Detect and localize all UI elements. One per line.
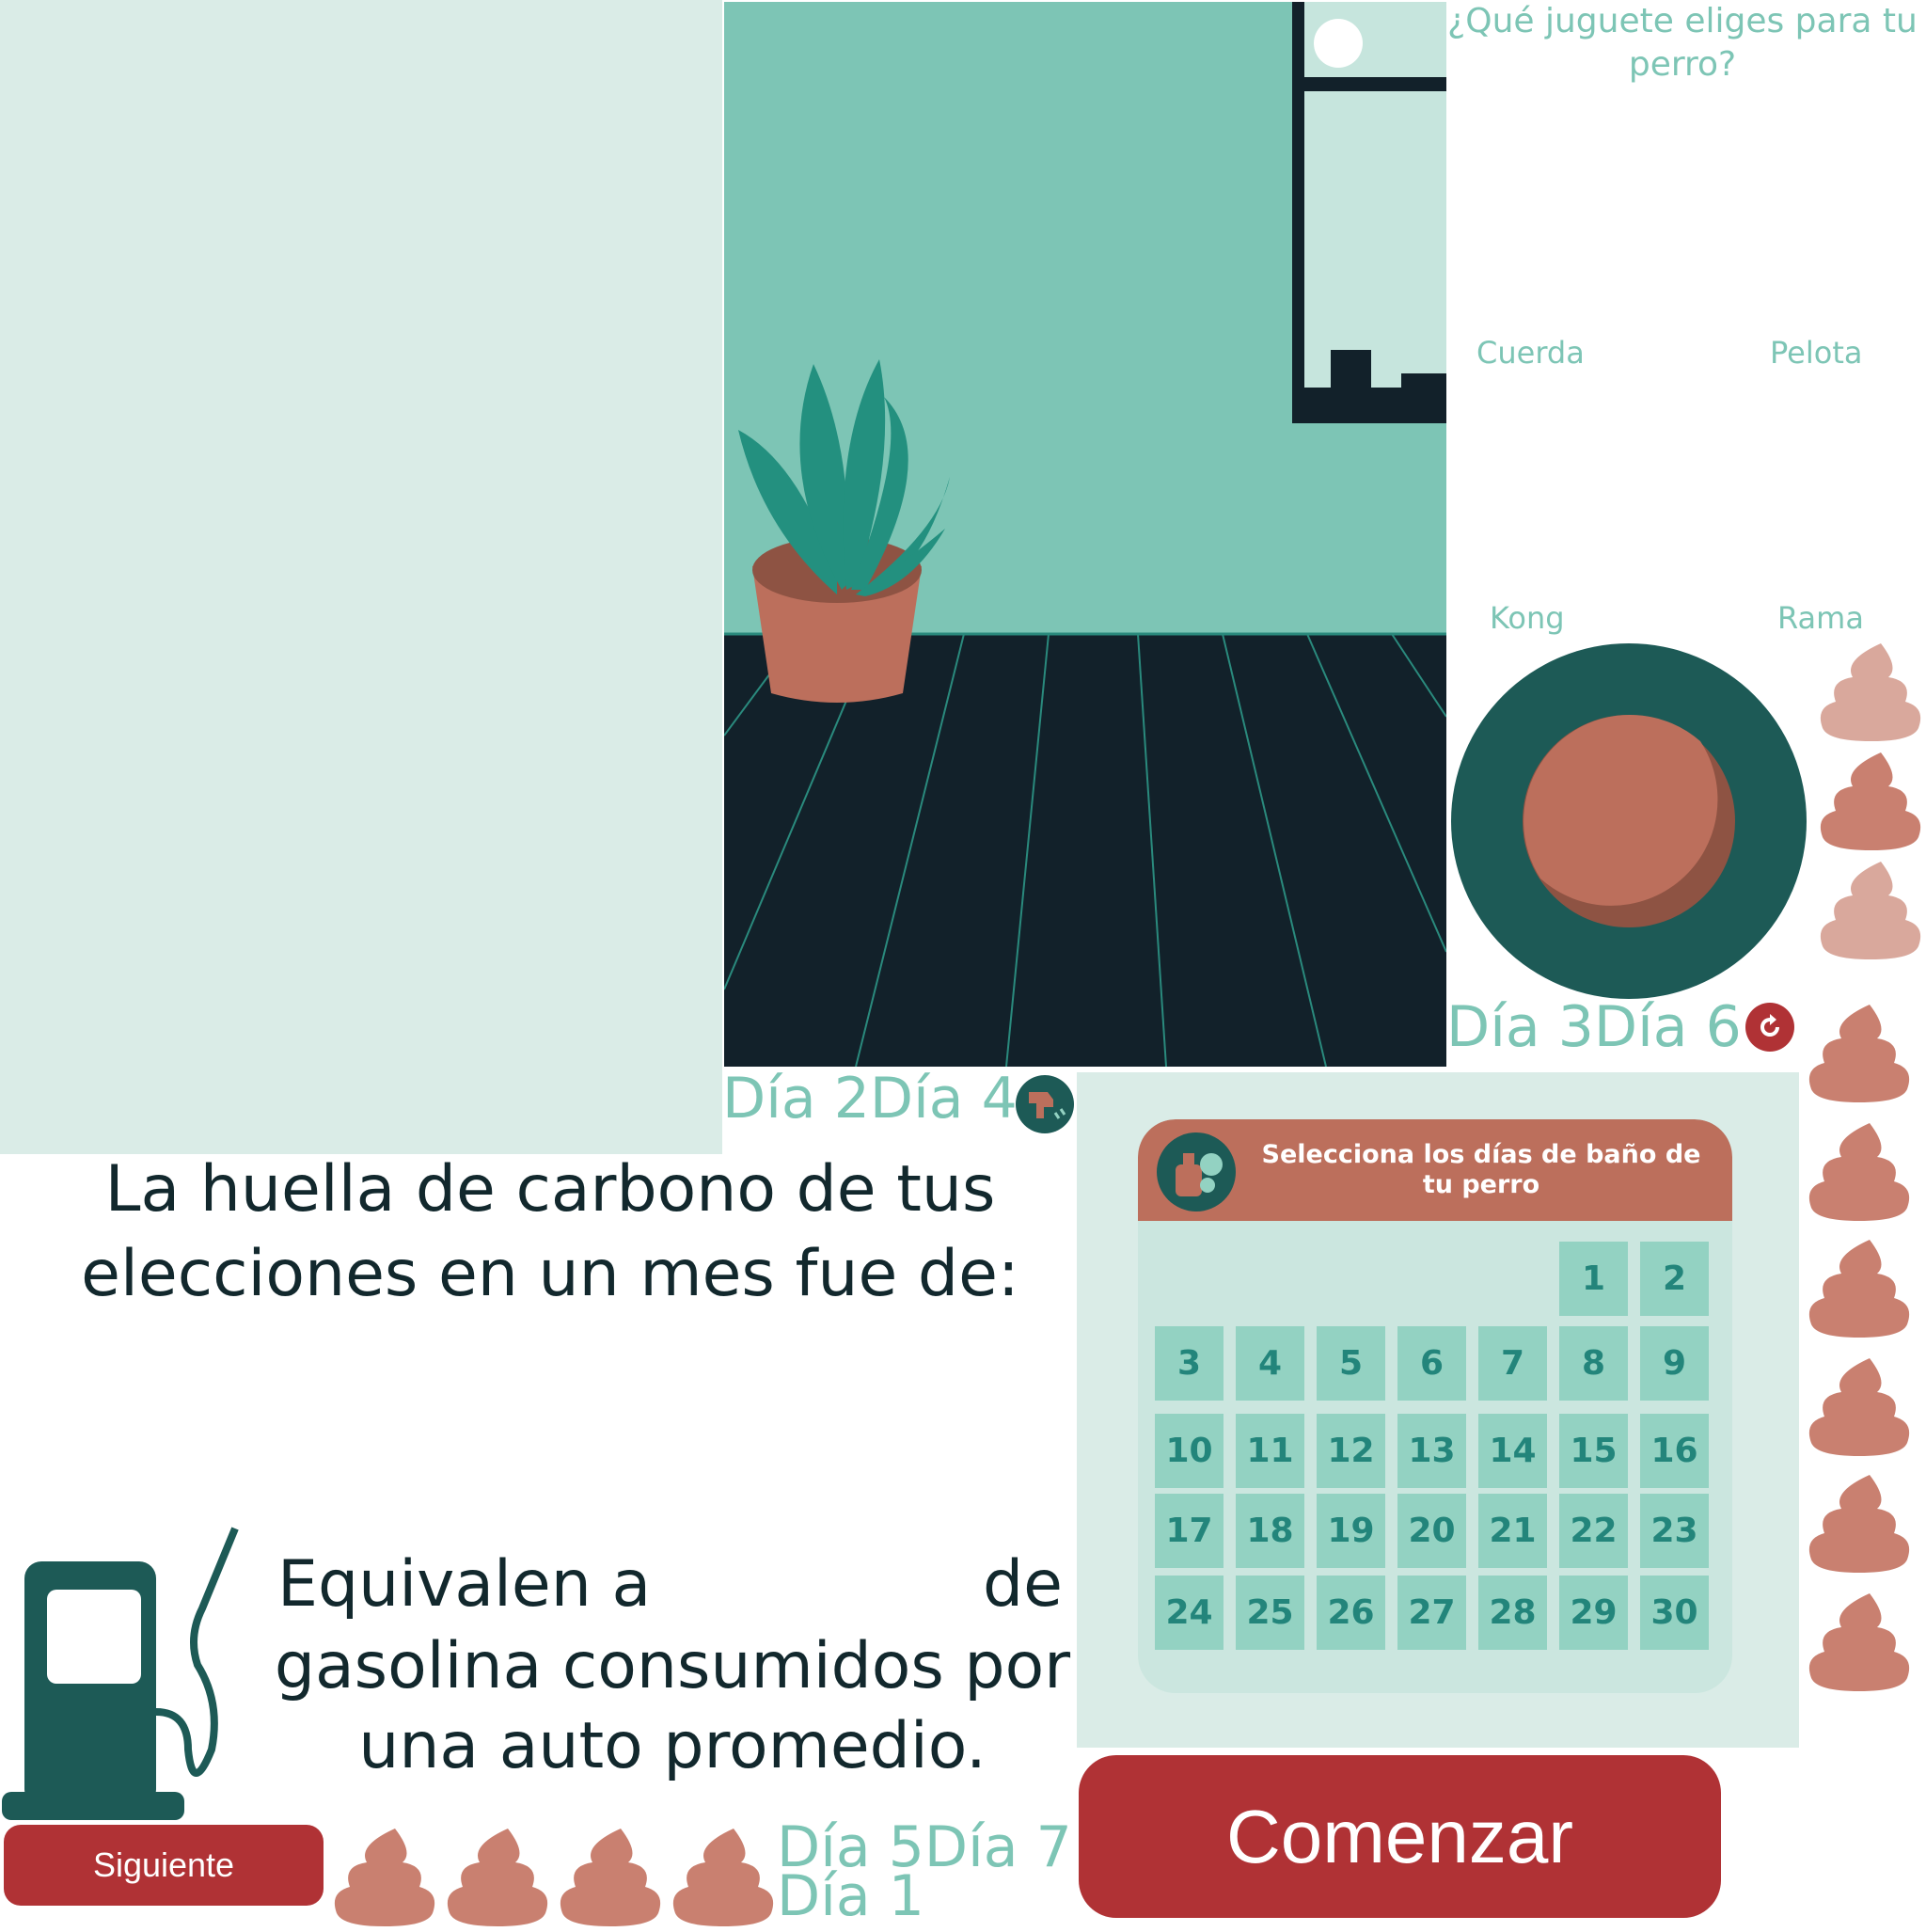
calendar-day-20[interactable]: 20 (1397, 1494, 1466, 1568)
start-button[interactable]: Comenzar (1079, 1755, 1721, 1918)
calendar-title: Selecciona los días de baño de tu perro (1261, 1140, 1701, 1199)
poop-icon[interactable] (1804, 1119, 1915, 1227)
calendar-day-1[interactable]: 1 (1559, 1242, 1628, 1316)
carbon-line-2: elecciones en un mes fue de: (81, 1237, 1019, 1311)
calendar-day-12[interactable]: 12 (1317, 1414, 1385, 1488)
calendar-day-23[interactable]: 23 (1640, 1494, 1709, 1568)
poop-icon[interactable] (1815, 749, 1926, 856)
toy-option-kong[interactable]: Kong (1490, 600, 1565, 636)
calendar-day-6[interactable]: 6 (1397, 1326, 1466, 1401)
calendar-day-7[interactable]: 7 (1478, 1326, 1547, 1401)
calendar-day-16[interactable]: 16 (1640, 1414, 1709, 1488)
toy-option-pelota[interactable]: Pelota (1770, 335, 1862, 371)
carbon-line-1: La huella de carbono de tus (104, 1152, 996, 1227)
gas-pump-icon (0, 1524, 245, 1825)
poop-icon[interactable] (442, 1825, 553, 1932)
poop-icon[interactable] (1804, 1471, 1915, 1578)
poop-icon[interactable] (1804, 1236, 1915, 1343)
calendar-day-17[interactable]: 17 (1155, 1494, 1223, 1568)
next-button[interactable]: Siguiente (4, 1825, 324, 1906)
left-panel (0, 0, 722, 1154)
poop-icon[interactable] (1815, 640, 1926, 747)
shower-icon[interactable] (1016, 1075, 1074, 1133)
calendar-day-25[interactable]: 25 (1236, 1576, 1304, 1650)
calendar-day-10[interactable]: 10 (1155, 1414, 1223, 1488)
toy-question: ¿Qué juguete eliges para tu perro? (1447, 2, 1918, 84)
poop-icon[interactable] (1804, 1001, 1915, 1108)
calendar-day-3[interactable]: 3 (1155, 1326, 1223, 1401)
calendar-day-30[interactable]: 30 (1640, 1576, 1709, 1650)
shampoo-bottle-icon (1157, 1132, 1236, 1211)
bath-calendar: Selecciona los días de baño de tu perro … (1138, 1119, 1732, 1693)
calendar-day-8[interactable]: 8 (1559, 1326, 1628, 1401)
room-scene (724, 2, 1446, 1067)
calendar-day-22[interactable]: 22 (1559, 1494, 1628, 1568)
calendar-day-29[interactable]: 29 (1559, 1576, 1628, 1650)
calendar-day-11[interactable]: 11 (1236, 1414, 1304, 1488)
poop-icon[interactable] (1804, 1354, 1915, 1462)
equivalence-line-2: gasolina consumidos por (274, 1629, 1071, 1703)
ball-icon (1451, 643, 1807, 999)
calendar-day-19[interactable]: 19 (1317, 1494, 1385, 1568)
calendar-day-9[interactable]: 9 (1640, 1326, 1709, 1401)
room-illustration (724, 2, 1446, 1067)
toy-option-rama[interactable]: Rama (1777, 600, 1864, 636)
calendar-day-13[interactable]: 13 (1397, 1414, 1466, 1488)
calendar-day-2[interactable]: 2 (1640, 1242, 1709, 1316)
day-label-2-4: Día 2Día 4 (722, 1066, 1018, 1132)
calendar-day-5[interactable]: 5 (1317, 1326, 1385, 1401)
ball-icon (1314, 19, 1363, 68)
calendar-day-24[interactable]: 24 (1155, 1576, 1223, 1650)
calendar-day-18[interactable]: 18 (1236, 1494, 1304, 1568)
poop-icon[interactable] (1804, 1590, 1915, 1697)
day-label-3-6: Día 3Día 6 (1446, 994, 1742, 1060)
carbon-footprint-text: La huella de carbono de tus elecciones e… (28, 1148, 1072, 1317)
equivalence-line-1b: de (983, 1547, 1063, 1622)
poop-icon[interactable] (668, 1825, 779, 1932)
ball-button[interactable] (1451, 643, 1807, 999)
calendar-header: Selecciona los días de baño de tu perro (1138, 1119, 1732, 1221)
poop-icon[interactable] (329, 1825, 440, 1932)
equivalence-line-1a: Equivalen a (277, 1547, 652, 1622)
toy-option-cuerda[interactable]: Cuerda (1476, 335, 1585, 371)
poop-icon[interactable] (1815, 858, 1926, 965)
calendar-day-28[interactable]: 28 (1478, 1576, 1547, 1650)
calendar-day-15[interactable]: 15 (1559, 1414, 1628, 1488)
calendar-grid: 1 2 3 4 5 6 7 8 9 10 11 12 13 14 15 16 17 18 19 20 21 22 23 24 2… (1155, 1242, 1719, 1684)
calendar-day-4[interactable]: 4 (1236, 1326, 1304, 1401)
equivalence-line-3: una auto promedio. (358, 1709, 987, 1783)
calendar-day-21[interactable]: 21 (1478, 1494, 1547, 1568)
reset-icon[interactable] (1745, 1003, 1794, 1052)
poop-icon[interactable] (555, 1825, 666, 1932)
calendar-day-27[interactable]: 27 (1397, 1576, 1466, 1650)
calendar-day-26[interactable]: 26 (1317, 1576, 1385, 1650)
day-label-1: Día 1 (777, 1863, 924, 1929)
calendar-day-14[interactable]: 14 (1478, 1414, 1547, 1488)
